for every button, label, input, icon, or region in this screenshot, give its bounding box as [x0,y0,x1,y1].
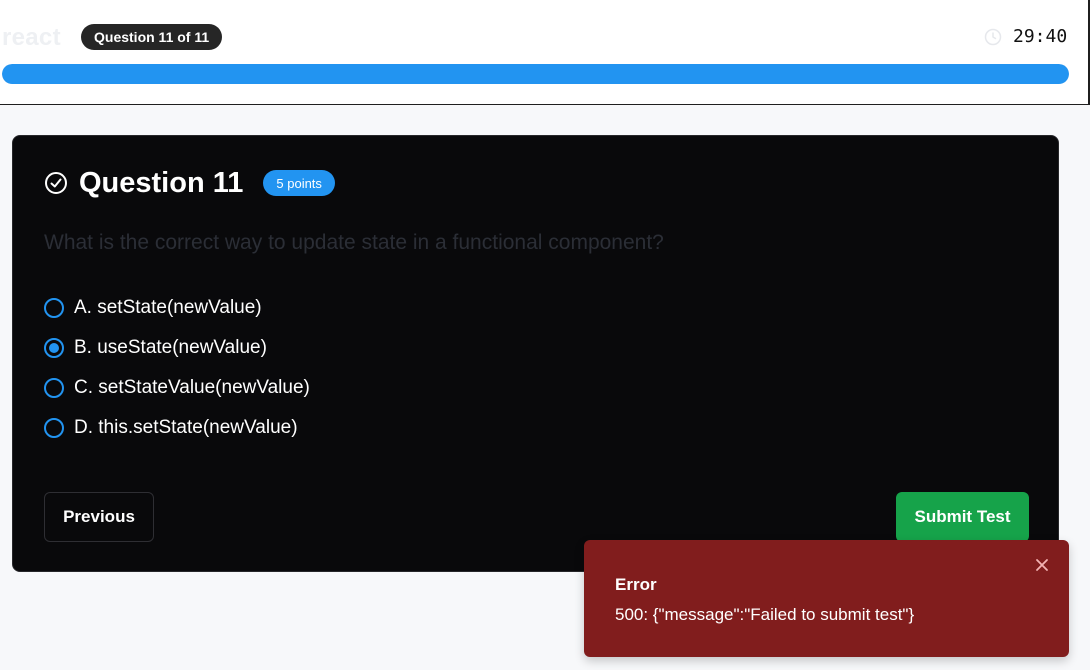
submit-test-button[interactable]: Submit Test [896,492,1029,542]
toast-message: 500: {"message":"Failed to submit test"} [615,605,915,624]
option-label: B. useState(newValue) [74,337,267,358]
countdown-timer: 29:40 [1013,26,1068,47]
test-page: react Question 11 of 11 29:40 Question 1… [0,0,1090,670]
question-text: What is the correct way to update state … [44,231,664,254]
radio-button[interactable] [44,298,64,318]
progress-bar [2,64,1069,84]
question-counter-badge: Question 11 of 11 [81,24,223,50]
test-header: react Question 11 of 11 29:40 [0,0,1090,105]
option-label: C. setStateValue(newValue) [74,377,310,398]
question-card: Question 11 5 points What is the correct… [12,135,1059,572]
question-title: Question 11 [79,166,244,199]
radio-button[interactable] [44,418,64,438]
radio-button[interactable] [44,338,64,358]
option-label: D. this.setState(newValue) [74,417,298,438]
points-badge: 5 points [263,170,335,196]
clock-icon [984,28,1002,46]
answer-option-d[interactable]: D. this.setState(newValue) [44,416,310,440]
answer-option-c[interactable]: C. setStateValue(newValue) [44,376,310,400]
question-header: Question 11 5 points [44,166,335,200]
course-title: react [2,24,61,51]
radio-button[interactable] [44,378,64,398]
answer-option-a[interactable]: A. setState(newValue) [44,296,310,320]
answer-option-b[interactable]: B. useState(newValue) [44,336,310,360]
radio-selected-dot [49,343,59,353]
previous-button[interactable]: Previous [44,492,154,542]
error-toast: Error 500: {"message":"Failed to submit … [584,540,1069,657]
answer-options: A. setState(newValue) B. useState(newVal… [44,296,310,456]
option-label: A. setState(newValue) [74,297,262,318]
progress-bar-fill [2,64,1069,84]
close-icon[interactable] [1035,558,1049,572]
toast-title: Error [615,575,657,594]
check-circle-icon [45,172,67,194]
